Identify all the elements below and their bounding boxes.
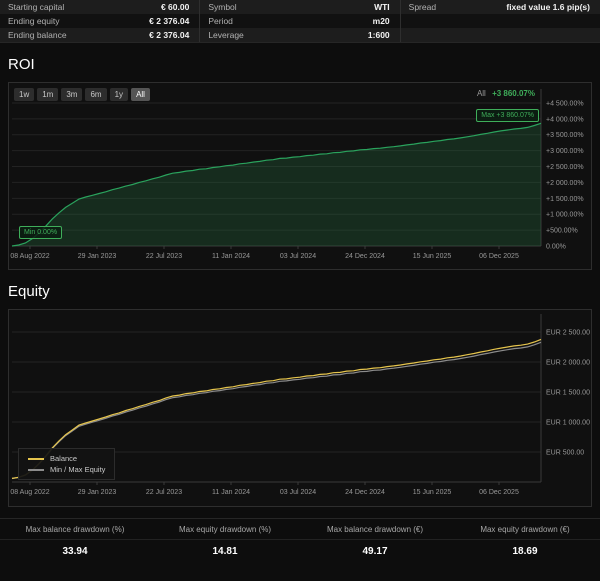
summary-col-symbol: Symbol WTI Period m20 Leverage 1:600 <box>200 0 400 42</box>
range-button-1y[interactable]: 1y <box>110 88 128 101</box>
summary-row: Ending balance € 2 376.04 <box>0 28 199 42</box>
roi-heading: ROI <box>8 56 600 73</box>
svg-text:EUR 2 500.00: EUR 2 500.00 <box>546 330 590 337</box>
svg-text:EUR 1 000.00: EUR 1 000.00 <box>546 420 590 427</box>
stat-max-equity-drawdown-pct: Max equity drawdown (%) 14.81 <box>150 519 300 563</box>
svg-text:06 Dec 2025: 06 Dec 2025 <box>479 489 519 496</box>
minmax-line-swatch <box>28 469 44 471</box>
range-button-1w[interactable]: 1w <box>14 88 34 101</box>
svg-text:+2 000.00%: +2 000.00% <box>546 180 584 187</box>
svg-text:+1 000.00%: +1 000.00% <box>546 212 584 219</box>
legend-item-balance: Balance <box>28 453 105 464</box>
svg-text:+1 500.00%: +1 500.00% <box>546 196 584 203</box>
svg-text:29 Jan 2023: 29 Jan 2023 <box>78 489 117 496</box>
range-selector: 1w 1m 3m 6m 1y All <box>14 88 150 101</box>
svg-text:+3 500.00%: +3 500.00% <box>546 132 584 139</box>
range-button-6m[interactable]: 6m <box>85 88 106 101</box>
svg-text:11 Jan 2024: 11 Jan 2024 <box>212 253 250 260</box>
summary-row: Period m20 <box>200 14 399 28</box>
svg-text:0.00%: 0.00% <box>546 244 566 251</box>
roi-current-percent: +3 860.07% <box>492 89 535 98</box>
svg-text:03 Jul 2024: 03 Jul 2024 <box>280 489 316 496</box>
legend-label: Min / Max Equity <box>50 464 105 475</box>
stat-label: Ending balance <box>8 30 67 40</box>
summary-table: Starting capital € 60.00 Ending equity €… <box>0 0 600 43</box>
svg-text:08 Aug 2022: 08 Aug 2022 <box>10 253 49 260</box>
svg-text:+2 500.00%: +2 500.00% <box>546 164 584 171</box>
summary-row: Spread fixed value 1.6 pip(s) <box>401 0 600 14</box>
svg-text:06 Dec 2025: 06 Dec 2025 <box>479 253 519 260</box>
svg-text:22 Jul 2023: 22 Jul 2023 <box>146 253 182 260</box>
svg-text:+3 000.00%: +3 000.00% <box>546 148 584 155</box>
svg-text:EUR 2 000.00: EUR 2 000.00 <box>546 360 590 367</box>
balance-line-swatch <box>28 458 44 460</box>
stat-value: 49.17 <box>300 540 450 563</box>
summary-row: Ending equity € 2 376.04 <box>0 14 199 28</box>
stat-label: Max equity drawdown (%) <box>150 519 300 540</box>
svg-text:15 Jun 2025: 15 Jun 2025 <box>413 489 452 496</box>
svg-text:+4 000.00%: +4 000.00% <box>546 116 584 123</box>
legend-item-minmax: Min / Max Equity <box>28 464 105 475</box>
svg-text:03 Jul 2024: 03 Jul 2024 <box>280 253 316 260</box>
stat-label: Leverage <box>208 30 243 40</box>
stat-value: fixed value 1.6 pip(s) <box>506 2 590 12</box>
roi-current-value: All +3 860.07% <box>477 89 535 98</box>
stat-label: Period <box>208 16 233 26</box>
summary-row: Starting capital € 60.00 <box>0 0 199 14</box>
svg-text:11 Jan 2024: 11 Jan 2024 <box>212 489 250 496</box>
stat-label: Symbol <box>208 2 236 12</box>
stat-value: 33.94 <box>0 540 150 563</box>
roi-current-range-label: All <box>477 89 486 98</box>
legend-label: Balance <box>50 453 77 464</box>
range-button-1m[interactable]: 1m <box>37 88 58 101</box>
range-button-3m[interactable]: 3m <box>61 88 82 101</box>
summary-row-empty <box>401 14 600 28</box>
summary-row: Leverage 1:600 <box>200 28 399 42</box>
stat-max-balance-drawdown-pct: Max balance drawdown (%) 33.94 <box>0 519 150 563</box>
summary-col-spread: Spread fixed value 1.6 pip(s) <box>401 0 600 42</box>
svg-text:EUR 1 500.00: EUR 1 500.00 <box>546 390 590 397</box>
svg-text:+500.00%: +500.00% <box>546 228 578 235</box>
stat-label: Max balance drawdown (€) <box>300 519 450 540</box>
roi-min-flag: Min 0.00% <box>19 226 62 239</box>
summary-row: Symbol WTI <box>200 0 399 14</box>
svg-text:29 Jan 2023: 29 Jan 2023 <box>78 253 117 260</box>
summary-row-empty <box>401 28 600 42</box>
roi-max-flag: Max +3 860.07% <box>476 109 539 122</box>
equity-legend: Balance Min / Max Equity <box>18 448 115 480</box>
stat-max-equity-drawdown-eur: Max equity drawdown (€) 18.69 <box>450 519 600 563</box>
stat-value: 18.69 <box>450 540 600 563</box>
svg-text:+4 500.00%: +4 500.00% <box>546 100 584 107</box>
stat-value: € 2 376.04 <box>149 16 189 26</box>
stat-label: Max balance drawdown (%) <box>0 519 150 540</box>
stat-label: Max equity drawdown (€) <box>450 519 600 540</box>
stat-value: 14.81 <box>150 540 300 563</box>
stat-max-balance-drawdown-eur: Max balance drawdown (€) 49.17 <box>300 519 450 563</box>
stat-value: € 2 376.04 <box>149 30 189 40</box>
stat-value: € 60.00 <box>161 2 189 12</box>
equity-chart-panel: EUR 2 500.00 EUR 2 000.00 EUR 1 500.00 EUR … <box>8 309 592 507</box>
backtest-report-page: Starting capital € 60.00 Ending equity €… <box>0 0 600 563</box>
svg-text:22 Jul 2023: 22 Jul 2023 <box>146 489 182 496</box>
stat-label: Starting capital <box>8 2 64 12</box>
stat-value: WTI <box>374 2 390 12</box>
svg-text:EUR 500.00: EUR 500.00 <box>546 450 584 457</box>
stat-label: Spread <box>409 2 436 12</box>
svg-text:08 Aug 2022: 08 Aug 2022 <box>10 489 49 496</box>
range-button-all[interactable]: All <box>131 88 150 101</box>
roi-chart-panel: 1w 1m 3m 6m 1y All All +3 860.07% Max +3… <box>8 82 592 270</box>
svg-text:24 Dec 2024: 24 Dec 2024 <box>345 489 385 496</box>
stat-value: 1:600 <box>368 30 390 40</box>
drawdown-stats: Max balance drawdown (%) 33.94 Max equit… <box>0 518 600 563</box>
svg-text:15 Jun 2025: 15 Jun 2025 <box>413 253 452 260</box>
svg-text:24 Dec 2024: 24 Dec 2024 <box>345 253 385 260</box>
stat-label: Ending equity <box>8 16 60 26</box>
summary-col-capital: Starting capital € 60.00 Ending equity €… <box>0 0 200 42</box>
equity-heading: Equity <box>8 283 600 300</box>
stat-value: m20 <box>373 16 390 26</box>
